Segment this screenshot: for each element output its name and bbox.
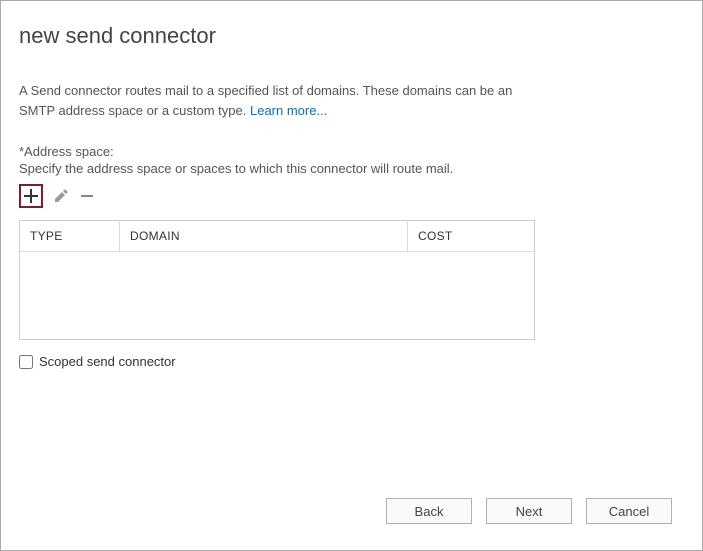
table-toolbar (19, 184, 684, 208)
scoped-checkbox-label: Scoped send connector (39, 354, 176, 369)
description-text: A Send connector routes mail to a specif… (19, 81, 539, 120)
scoped-checkbox-row[interactable]: Scoped send connector (19, 354, 684, 369)
col-header-domain[interactable]: DOMAIN (120, 221, 408, 251)
col-header-cost[interactable]: COST (408, 221, 532, 251)
add-icon[interactable] (23, 188, 39, 204)
table-body (20, 251, 534, 339)
table-header-row: TYPE DOMAIN COST (20, 221, 534, 251)
remove-icon[interactable] (79, 188, 95, 204)
edit-icon[interactable] (53, 188, 69, 204)
address-space-table: TYPE DOMAIN COST (19, 220, 535, 340)
wizard-footer: Back Next Cancel (386, 498, 672, 524)
cancel-button[interactable]: Cancel (586, 498, 672, 524)
scoped-checkbox[interactable] (19, 355, 33, 369)
page-title: new send connector (19, 23, 684, 49)
col-header-type[interactable]: TYPE (20, 221, 120, 251)
next-button[interactable]: Next (486, 498, 572, 524)
back-button[interactable]: Back (386, 498, 472, 524)
address-space-label: *Address space: (19, 144, 684, 159)
address-space-sub: Specify the address space or spaces to w… (19, 161, 684, 176)
learn-more-link[interactable]: Learn more... (250, 103, 327, 118)
add-button-highlight (19, 184, 43, 208)
